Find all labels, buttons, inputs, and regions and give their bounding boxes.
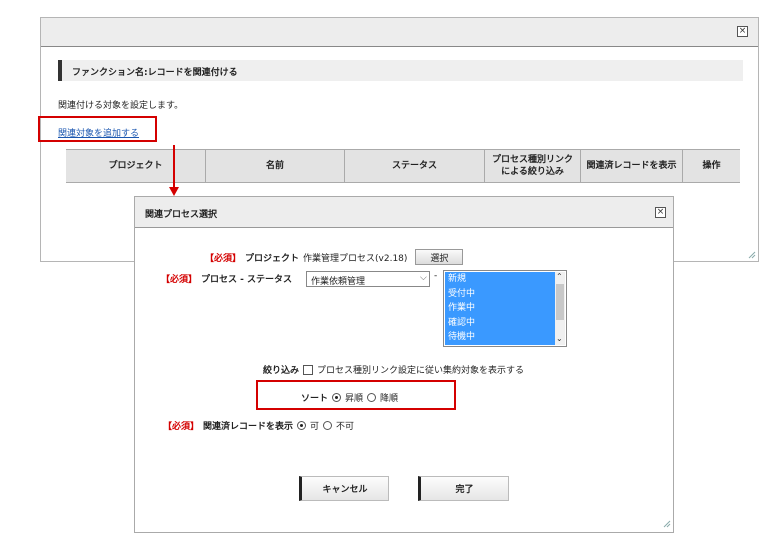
chevron-down-icon: ⌵	[420, 273, 427, 283]
process-status-label: プロセス - ステータス	[201, 275, 293, 285]
select-project-button[interactable]: 選択	[415, 249, 464, 265]
display-no-label: 不可	[336, 422, 355, 432]
status-option-new[interactable]: 新規	[445, 272, 555, 287]
display-no-radio[interactable]	[323, 421, 333, 430]
column-header-actions: 操作	[702, 161, 721, 171]
display-related-row: 【必須】 関連済レコードを表示 可 不可	[163, 419, 354, 432]
process-status-row: 【必須】 プロセス - ステータス	[161, 272, 292, 285]
dialog-title: 関連プロセス選択	[145, 210, 218, 220]
function-description: 関連付ける対象を設定します。	[58, 101, 184, 111]
relation-table-header: プロジェクト 名前 ステータス プロセス種別リンクによる絞り込み 関連済レコード…	[66, 149, 740, 183]
column-header-name: 名前	[206, 150, 345, 182]
filter-row: 絞り込み プロセス種別リンク設定に従い集約対象を表示する	[263, 363, 524, 376]
display-related-label: 関連済レコードを表示	[203, 422, 294, 432]
filter-option-label: プロセス種別リンク設定に従い集約対象を表示する	[317, 366, 525, 376]
status-option-working[interactable]: 作業中	[445, 301, 555, 316]
required-tag: 【必須】	[163, 422, 200, 432]
done-button[interactable]: 完了	[418, 476, 509, 501]
scroll-down-icon[interactable]: ⌄	[556, 334, 563, 343]
project-row: 【必須】 プロジェクト 作業管理プロセス(v2.18) 選択	[205, 249, 464, 265]
process-select-value: 作業依頼管理	[311, 277, 366, 287]
scroll-up-icon[interactable]: ⌃	[556, 272, 563, 281]
close-icon[interactable]: ×	[655, 207, 666, 218]
column-header-link-filter: プロセス種別リンクによる絞り込み	[485, 150, 581, 182]
process-status-separator: -	[434, 271, 438, 281]
required-tag: 【必須】	[161, 275, 198, 285]
resize-grip-icon[interactable]	[662, 519, 671, 528]
annotation-highlight-box	[38, 116, 157, 142]
status-option-confirming[interactable]: 確認中	[445, 316, 555, 331]
resize-grip-icon[interactable]	[747, 250, 756, 259]
cancel-button[interactable]: キャンセル	[299, 476, 389, 501]
column-header-status: ステータス	[345, 150, 485, 182]
status-option-accepting[interactable]: 受付中	[445, 287, 555, 302]
column-header-project: プロジェクト	[66, 150, 206, 182]
display-yes-radio[interactable]	[297, 421, 307, 430]
status-listbox[interactable]: 新規 受付中 作業中 確認中 待機中 ⌃ ⌄	[443, 270, 567, 347]
status-option-waiting[interactable]: 待機中	[445, 330, 555, 345]
status-options: 新規 受付中 作業中 確認中 待機中	[445, 272, 555, 345]
related-process-dialog: 関連プロセス選択 × 【必須】 プロジェクト 作業管理プロセス(v2.18) 選…	[134, 196, 674, 533]
filter-label: 絞り込み	[263, 366, 300, 376]
scrollbar-thumb[interactable]	[556, 284, 564, 320]
annotation-arrow-head	[169, 187, 179, 196]
function-header: ファンクション名:レコードを関連付ける	[58, 60, 743, 81]
annotation-arrow-line	[173, 145, 175, 188]
process-select[interactable]: 作業依頼管理 ⌵	[306, 271, 430, 287]
status-scrollbar[interactable]: ⌃ ⌄	[555, 272, 565, 345]
function-dialog-titlebar: ×	[41, 18, 758, 47]
required-tag: 【必須】	[205, 253, 242, 264]
annotation-highlight-box	[256, 380, 456, 410]
dialog-titlebar: 関連プロセス選択 ×	[135, 197, 673, 228]
project-label: プロジェクト	[245, 253, 300, 264]
column-header-show-related: 関連済レコードを表示	[581, 150, 683, 182]
function-title: ファンクション名:レコードを関連付ける	[72, 68, 238, 78]
display-yes-label: 可	[310, 422, 320, 432]
project-value: 作業管理プロセス(v2.18)	[303, 253, 408, 264]
filter-checkbox[interactable]	[303, 364, 314, 375]
close-icon[interactable]: ×	[737, 26, 748, 37]
